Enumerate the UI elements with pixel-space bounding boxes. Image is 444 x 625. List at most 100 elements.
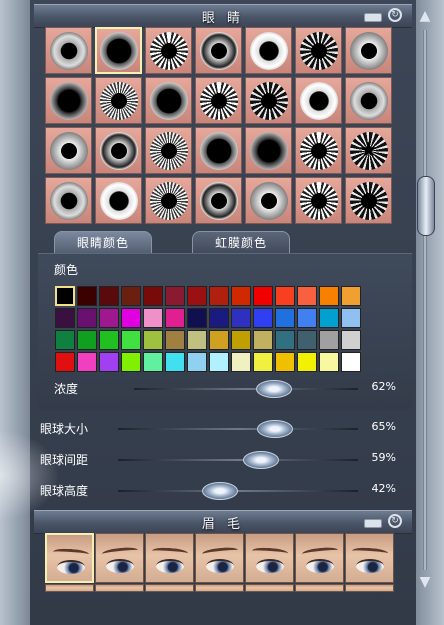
color-swatch[interactable]: [121, 308, 141, 328]
eyebrow-option[interactable]: [295, 533, 344, 583]
color-swatch[interactable]: [209, 330, 229, 350]
eyebrow-option[interactable]: [295, 584, 344, 592]
eye-texture-option[interactable]: [245, 27, 292, 74]
color-swatch[interactable]: [341, 352, 361, 372]
eye-texture-option[interactable]: [95, 27, 142, 74]
slider-track[interactable]: [118, 490, 358, 492]
color-swatch[interactable]: [209, 308, 229, 328]
density-track[interactable]: [134, 388, 358, 390]
color-swatch[interactable]: [77, 352, 97, 372]
color-swatch[interactable]: [143, 330, 163, 350]
slider-thumb[interactable]: [257, 420, 293, 438]
scroll-rail[interactable]: [423, 30, 427, 570]
color-swatch[interactable]: [231, 330, 251, 350]
eye-texture-option[interactable]: [295, 27, 342, 74]
eyebrow-option[interactable]: [245, 533, 294, 583]
eyebrow-option[interactable]: [195, 533, 244, 583]
eyebrow-option[interactable]: [345, 533, 394, 583]
eyebrow-option[interactable]: [95, 533, 144, 583]
eye-texture-option[interactable]: [195, 77, 242, 124]
color-swatch[interactable]: [209, 286, 229, 306]
color-swatch[interactable]: [319, 308, 339, 328]
eyebrow-option[interactable]: [45, 533, 94, 583]
color-swatch[interactable]: [121, 330, 141, 350]
color-swatch[interactable]: [99, 330, 119, 350]
color-swatch[interactable]: [187, 330, 207, 350]
color-swatch[interactable]: [99, 286, 119, 306]
eye-texture-option[interactable]: [195, 127, 242, 174]
eye-texture-option[interactable]: [345, 27, 392, 74]
color-swatch[interactable]: [55, 286, 75, 306]
color-swatch[interactable]: [297, 286, 317, 306]
color-swatch[interactable]: [143, 352, 163, 372]
color-swatch[interactable]: [341, 308, 361, 328]
eye-texture-option[interactable]: [245, 127, 292, 174]
reset-icon[interactable]: ↻: [388, 8, 402, 22]
eye-texture-option[interactable]: [245, 77, 292, 124]
color-swatch[interactable]: [187, 308, 207, 328]
color-swatch[interactable]: [121, 286, 141, 306]
color-swatch[interactable]: [341, 330, 361, 350]
color-swatch[interactable]: [55, 352, 75, 372]
eye-texture-option[interactable]: [95, 77, 142, 124]
eyebrow-option[interactable]: [245, 584, 294, 592]
eye-texture-option[interactable]: [145, 27, 192, 74]
color-swatch[interactable]: [253, 308, 273, 328]
color-swatch[interactable]: [99, 352, 119, 372]
color-swatch[interactable]: [209, 352, 229, 372]
scroll-up-icon[interactable]: ▲: [415, 8, 435, 24]
slider-track[interactable]: [118, 459, 358, 461]
eye-texture-option[interactable]: [45, 27, 92, 74]
eye-texture-option[interactable]: [95, 177, 142, 224]
tab-eye-color[interactable]: 眼睛颜色: [54, 231, 152, 254]
eye-texture-option[interactable]: [295, 77, 342, 124]
color-swatch[interactable]: [297, 330, 317, 350]
color-swatch[interactable]: [77, 308, 97, 328]
minimize-icon[interactable]: [364, 13, 382, 22]
color-swatch[interactable]: [55, 308, 75, 328]
eye-texture-option[interactable]: [295, 127, 342, 174]
slider-thumb[interactable]: [242, 451, 279, 469]
color-swatch[interactable]: [275, 308, 295, 328]
color-swatch[interactable]: [253, 352, 273, 372]
color-swatch[interactable]: [253, 286, 273, 306]
eye-texture-option[interactable]: [345, 177, 392, 224]
eye-texture-option[interactable]: [45, 127, 92, 174]
color-swatch[interactable]: [231, 352, 251, 372]
color-swatch[interactable]: [319, 352, 339, 372]
eye-texture-option[interactable]: [145, 127, 192, 174]
slider-track[interactable]: [118, 428, 358, 430]
eye-texture-option[interactable]: [145, 177, 192, 224]
eye-texture-option[interactable]: [195, 177, 242, 224]
color-swatch[interactable]: [297, 308, 317, 328]
eyebrow-option[interactable]: [45, 584, 94, 592]
color-swatch[interactable]: [143, 308, 163, 328]
eye-texture-option[interactable]: [345, 77, 392, 124]
tab-iris-color[interactable]: 虹膜颜色: [192, 231, 290, 254]
eyebrow-option[interactable]: [145, 584, 194, 592]
slider-thumb[interactable]: [201, 482, 238, 500]
eye-texture-option[interactable]: [145, 77, 192, 124]
color-swatch[interactable]: [297, 352, 317, 372]
eyebrow-option[interactable]: [345, 584, 394, 592]
eye-texture-option[interactable]: ★: [345, 127, 392, 174]
color-swatch[interactable]: [165, 330, 185, 350]
color-swatch[interactable]: [275, 330, 295, 350]
scrollbar[interactable]: ▲ ▼: [414, 8, 436, 608]
color-swatch[interactable]: [253, 330, 273, 350]
color-swatch[interactable]: [77, 286, 97, 306]
color-swatch[interactable]: [165, 352, 185, 372]
color-swatch[interactable]: [231, 286, 251, 306]
color-swatch[interactable]: [231, 308, 251, 328]
color-swatch[interactable]: [275, 352, 295, 372]
color-swatch[interactable]: [55, 330, 75, 350]
reset-icon[interactable]: ↻: [388, 514, 402, 528]
eyebrow-option[interactable]: [95, 584, 144, 592]
eye-texture-option[interactable]: [245, 177, 292, 224]
color-swatch[interactable]: [143, 286, 163, 306]
density-slider-thumb[interactable]: [255, 380, 292, 398]
color-swatch[interactable]: [187, 352, 207, 372]
color-swatch[interactable]: [319, 330, 339, 350]
color-swatch[interactable]: [99, 308, 119, 328]
color-swatch[interactable]: [341, 286, 361, 306]
